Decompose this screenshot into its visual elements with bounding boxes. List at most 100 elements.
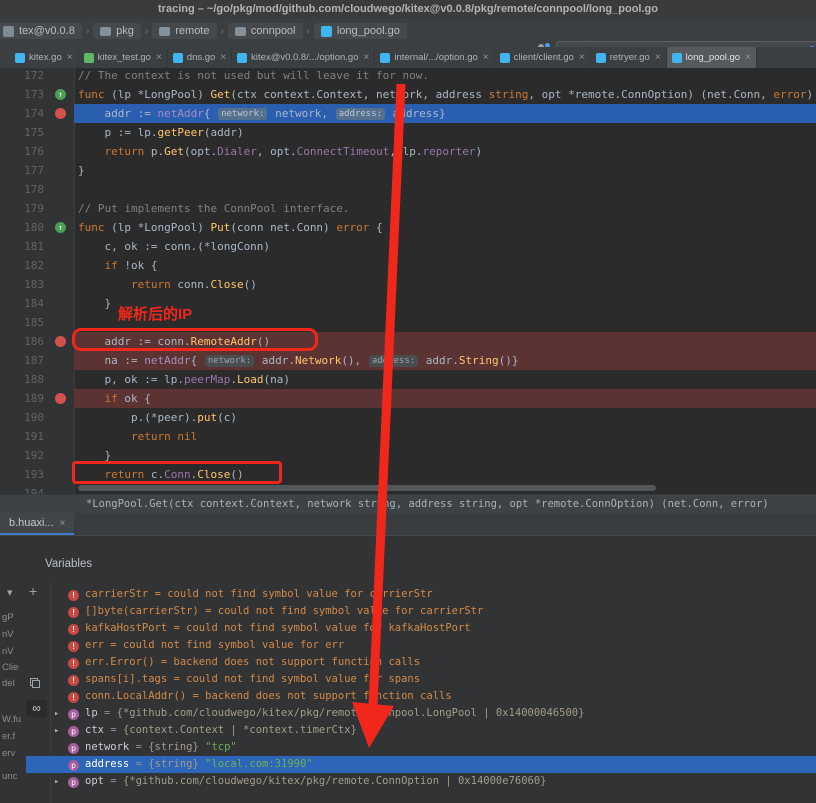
variable-value: {*github.com/cloudwego/kitex/pkg/remote/… [117,707,585,719]
code-token: { [369,221,382,234]
close-icon[interactable]: × [655,52,661,63]
watch-error-row[interactable]: !spans[i].tags = could not find symbol v… [26,671,816,688]
go-file-icon [237,53,247,63]
collapse-chevron-icon[interactable]: ▾ [7,586,13,599]
watch-error-row[interactable]: ![]byte(carrierStr) = could not find sym… [26,603,816,620]
code-text: } [78,161,85,180]
tool-window-stub[interactable]: er.f [2,731,15,742]
code-text: return p.Get(opt.Dialer, opt.ConnectTime… [78,142,482,161]
code-token: addr := [78,107,157,120]
debug-variables-panel: Variables ▾ + ∞ !carrierStr = could not … [0,535,816,803]
implements-icon[interactable]: ↑ [55,222,66,233]
variable-row[interactable]: ▸pctx = {context.Context | *context.time… [26,722,816,739]
variable-name: conn.LocalAddr() [85,690,186,702]
variable-row[interactable]: paddress = {string} "local.com:31990" [26,756,816,773]
signature-text: *LongPool.Get(ctx context.Context, netwo… [86,498,769,510]
expand-chevron-icon[interactable]: ▸ [54,723,68,739]
tool-window-stub[interactable]: unc [2,771,17,782]
go-file-icon [380,53,390,63]
breadcrumb-item[interactable]: pkg [93,23,141,39]
code-token: return [78,278,171,291]
file-tab[interactable]: kitex@v0.0.8/.../option.go× [232,47,375,68]
code-token: (c) [217,411,237,424]
close-icon[interactable]: × [67,52,73,63]
breakpoint-icon[interactable] [55,108,66,119]
tab-label: long_pool.go [686,52,740,63]
breadcrumb-item[interactable]: long_pool.go [314,23,407,39]
code-token: error [773,88,806,101]
breadcrumb-separator: › [307,26,310,37]
code-token: } [78,164,85,177]
editor-line: 181 c, ok := conn.(*longConn) [0,237,816,256]
tool-window-stub[interactable]: nV [2,629,14,640]
tool-window-stub[interactable]: nV [2,646,14,657]
file-tab[interactable]: kitex.go× [10,47,79,68]
variable-row[interactable]: ▸plp = {*github.com/cloudwego/kitex/pkg/… [26,705,816,722]
watch-error-row[interactable]: !err.Error() = backend does not support … [26,654,816,671]
file-tab[interactable]: client/client.go× [495,47,591,68]
tool-window-stub[interactable]: W.fu [2,714,21,725]
editor-line: 179// Put implements the ConnPool interf… [0,199,816,218]
watch-error-row[interactable]: !conn.LocalAddr() = backend does not sup… [26,688,816,705]
code-token: (conn net.Conn) [230,221,336,234]
tool-window-stub[interactable]: del [2,678,15,689]
close-icon[interactable]: × [60,518,66,529]
close-icon[interactable]: × [220,52,226,63]
line-number: 174 [0,104,44,123]
code-text: na := netAddr{ network: addr.Network(), … [78,351,519,370]
file-tab[interactable]: kitex_test.go× [79,47,168,68]
breakpoint-icon[interactable] [55,393,66,404]
line-number: 173 [0,85,44,104]
expand-chevron-icon[interactable]: ▸ [54,774,68,790]
close-icon[interactable]: × [364,52,370,63]
variable-value: could not find symbol value for spans [186,673,420,685]
close-icon[interactable]: × [745,52,751,63]
breadcrumb: tex@v0.0.8›pkg›remote›connpool›long_pool… [0,23,407,39]
line-number: 184 [0,294,44,313]
file-tab[interactable]: retryer.go× [591,47,667,68]
code-token: netAddr [144,354,190,367]
breadcrumb-item[interactable]: tex@v0.0.8 [0,23,82,39]
watch-error-row[interactable]: !kafkaHostPort = could not find symbol v… [26,620,816,637]
variable-row[interactable]: pnetwork = {string} "tcp" [26,739,816,756]
tool-window-stub[interactable]: erv [2,748,15,759]
code-token: ()} [499,354,519,367]
close-icon[interactable]: × [579,52,585,63]
code-text: func (lp *LongPool) Get(ctx context.Cont… [78,85,816,104]
breakpoint-icon[interactable] [55,336,66,347]
watch-error-row[interactable]: !carrierStr = could not find symbol valu… [26,586,816,603]
horizontal-scrollbar[interactable] [78,485,656,491]
variable-row[interactable]: ▸popt = {*github.com/cloudwego/kitex/pkg… [26,773,816,790]
line-number: 177 [0,161,44,180]
tool-window-stub[interactable]: gP [2,612,14,623]
go-file-icon [173,53,183,63]
code-text: if ok { [78,389,151,408]
code-token: . [230,373,237,386]
code-token: nil [177,430,197,443]
parameter-icon: p [68,760,79,771]
close-icon[interactable]: × [483,52,489,63]
code-token: Load [237,373,264,386]
code-token: peerMap [184,373,230,386]
breadcrumb-label: pkg [116,25,134,37]
console-tab[interactable]: b.huaxi... × [0,513,74,535]
implements-icon[interactable]: ↑ [55,89,66,100]
file-tab[interactable]: dns.go× [168,47,232,68]
code-token: p. [144,145,164,158]
breadcrumb-item[interactable]: connpool [228,23,303,39]
tool-window-stub[interactable]: Clie [2,662,18,673]
file-tab[interactable]: long_pool.go × [667,47,757,68]
file-tab[interactable]: internal/.../option.go× [375,47,494,68]
code-token: String [459,354,499,367]
close-icon[interactable]: × [156,52,162,63]
inlay-hint: address: [369,355,418,367]
breadcrumb-item[interactable]: remote [152,23,216,39]
variable-name: ctx [85,724,104,736]
variable-name: kafkaHostPort [85,622,167,634]
variable-string-value: "tcp" [205,741,237,753]
code-token: netAddr [157,107,203,120]
equals-sign: = [155,656,174,668]
line-number: 192 [0,446,44,465]
watch-error-row[interactable]: !err = could not find symbol value for e… [26,637,816,654]
expand-chevron-icon[interactable]: ▸ [54,706,68,722]
